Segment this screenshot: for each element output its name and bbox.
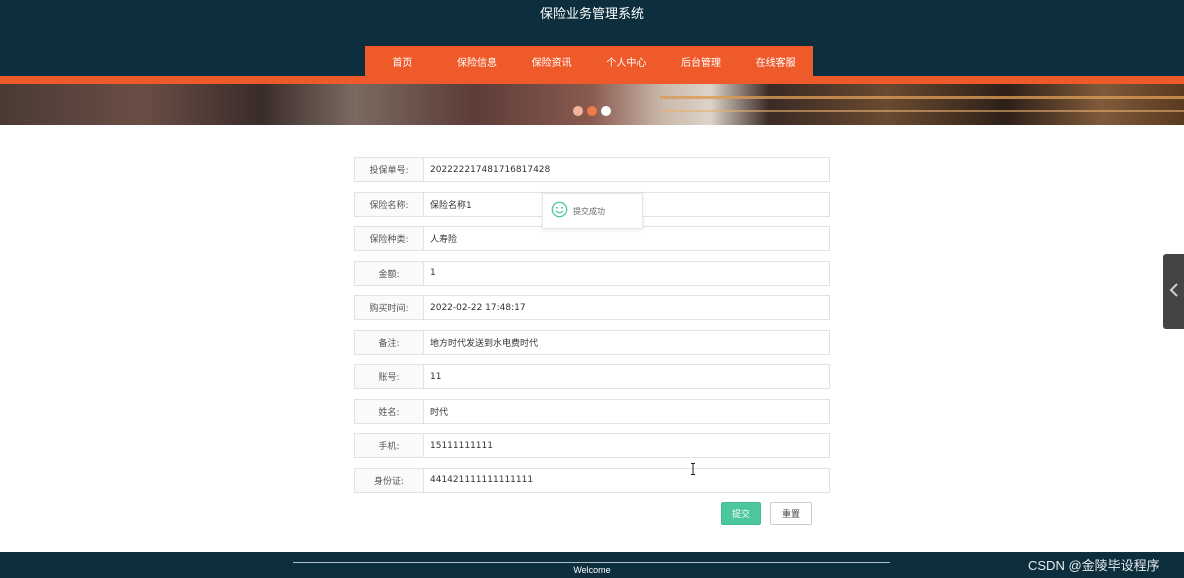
field-remark: 备注: [354,329,830,355]
field-label: 账号: [355,365,424,388]
field-purchase-time: 购买时间: [354,295,830,320]
field-label: 姓名: [355,399,424,423]
toast-message: 提交成功 [573,206,605,216]
nav-item-personal-center[interactable]: 个人中心 [589,46,664,76]
account-input[interactable] [424,365,829,388]
insurance-type-input[interactable] [424,227,829,250]
carousel-dot-3[interactable] [601,106,611,116]
reset-button[interactable]: 重置 [770,502,812,525]
csdn-watermark: CSDN @金陵毕设程序 [1028,558,1160,573]
field-id-card: 身份证: [354,467,830,493]
field-label: 投保单号: [355,158,424,181]
field-label: 保险名称: [355,192,424,216]
carousel-dot-2[interactable] [587,106,597,116]
field-label: 手机: [355,434,424,457]
field-policy-number: 投保单号: [354,157,830,182]
nav-item-home[interactable]: 首页 [365,46,440,76]
field-label: 身份证: [355,468,424,492]
carousel-dots [573,106,611,116]
field-phone: 手机: [354,433,830,458]
side-collapse-tab[interactable] [1163,254,1184,329]
footer-welcome: Welcome [573,565,611,575]
purchase-time-input[interactable] [424,296,829,319]
nav-item-online-service[interactable]: 在线客服 [738,46,813,76]
field-insurance-type: 保险种类: [354,226,830,251]
phone-input[interactable] [424,434,829,457]
banner-light-stripe [660,96,1184,99]
policy-number-input[interactable] [424,158,829,181]
main-nav: 首页 保险信息 保险资讯 个人中心 后台管理 在线客服 [365,46,813,76]
nav-item-admin[interactable]: 后台管理 [664,46,739,76]
field-account: 账号: [354,364,830,389]
footer-divider [293,562,890,563]
id-card-input[interactable] [424,468,829,492]
nav-item-insurance-info[interactable]: 保险信息 [440,46,515,76]
field-label: 金额: [355,261,424,285]
remark-input[interactable] [424,330,829,354]
nav-underline-bar [0,76,1184,84]
banner-carousel [0,84,1184,125]
footer: Welcome [0,552,1184,578]
name-input[interactable] [424,399,829,423]
success-toast: 提交成功 [542,193,643,229]
ibeam-cursor-icon [691,463,695,475]
submit-button[interactable]: 提交 [721,502,761,525]
field-label: 备注: [355,330,424,354]
amount-input[interactable] [424,261,829,285]
header: 保险业务管理系统 首页 保险信息 保险资讯 个人中心 后台管理 在线客服 [0,0,1184,76]
field-label: 购买时间: [355,296,424,319]
field-amount: 金额: [354,260,830,286]
smile-icon [551,201,568,222]
field-label: 保险种类: [355,227,424,250]
banner-light-stripe [660,110,1184,112]
field-name: 姓名: [354,398,830,424]
nav-item-insurance-news[interactable]: 保险资讯 [514,46,589,76]
carousel-dot-1[interactable] [573,106,583,116]
chevron-left-icon [1169,282,1179,301]
site-title: 保险业务管理系统 [539,7,644,22]
